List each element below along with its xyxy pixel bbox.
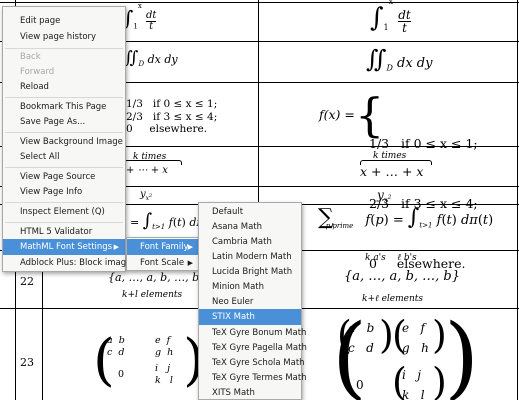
row-number-22: 22 bbox=[20, 275, 34, 288]
font-option-tex-gyre-bonum-math[interactable]: TeX Gyre Bonum Math bbox=[199, 325, 306, 341]
font-option-neo-euler[interactable]: Neo Euler bbox=[199, 294, 301, 310]
cell-r7-right-sub: k+ℓ elements bbox=[362, 294, 424, 304]
font-option-stix-math[interactable]: STIX Math bbox=[199, 309, 301, 325]
menu-item-label: Font Scale bbox=[140, 258, 185, 268]
menu-item-inspect-element[interactable]: Inspect Element (Q) bbox=[3, 204, 125, 220]
cell-r2-left: ∬D dx dy bbox=[124, 48, 178, 69]
menu-item-edit-page[interactable]: Edit page bbox=[3, 13, 125, 29]
menu-item-bookmark-page[interactable]: Bookmark This Page bbox=[3, 99, 125, 115]
cell-r5-left: yx2 bbox=[140, 189, 153, 202]
font-option-tex-gyre-termes-math[interactable]: TeX Gyre Termes Math bbox=[199, 370, 307, 386]
menu-item-label: Font Family bbox=[140, 242, 189, 252]
font-option-tex-gyre-pagella-math[interactable]: TeX Gyre Pagella Math bbox=[199, 340, 307, 356]
cell-r7-right: {a, …, a, b, …, b} bbox=[344, 269, 461, 284]
menu-item-forward[interactable]: Forward bbox=[3, 64, 125, 80]
chevron-right-icon: ▶ bbox=[113, 243, 119, 251]
cell-r1-right: ∫1x dt t bbox=[370, 0, 411, 35]
cell-r1-left: ∫1x dt t bbox=[123, 1, 157, 32]
menu-item-view-page-history[interactable]: View page history bbox=[3, 29, 125, 45]
menu-item-view-page-source[interactable]: View Page Source bbox=[3, 169, 125, 185]
font-option-default[interactable]: Default bbox=[199, 204, 301, 220]
cell-r6-left: = ∫t>1 f(t) dπ bbox=[130, 210, 204, 232]
menu-item-adblock-block-image[interactable]: Adblock Plus: Block image... bbox=[3, 255, 139, 271]
font-family-submenu: Default Asana Math Cambria Math Latin Mo… bbox=[198, 202, 307, 400]
submenu-item-font-family[interactable]: Font Family ▶ bbox=[127, 239, 199, 255]
menu-item-html5-validator[interactable]: HTML 5 Validator bbox=[3, 224, 125, 240]
menu-separator bbox=[5, 97, 123, 98]
font-option-tex-gyre-schola-math[interactable]: TeX Gyre Schola Math bbox=[199, 355, 305, 371]
menu-separator bbox=[5, 222, 123, 223]
cell-r2-right: ∬D dx dy bbox=[366, 45, 433, 73]
font-option-cambria-math[interactable]: Cambria Math bbox=[199, 234, 301, 250]
font-option-asana-math[interactable]: Asana Math bbox=[199, 219, 301, 235]
font-option-xits-math[interactable]: XITS Math bbox=[199, 385, 301, 400]
cell-r4-right: x + … + x bbox=[360, 160, 432, 179]
cell-r7-right-top: k a's ℓ b's bbox=[365, 253, 417, 263]
menu-item-reload[interactable]: Reload bbox=[3, 79, 125, 95]
menu-separator bbox=[5, 167, 123, 168]
menu-separator bbox=[5, 132, 123, 133]
menu-item-back[interactable]: Back bbox=[3, 49, 125, 65]
mathml-font-settings-submenu: Font Family ▶ Font Scale ▶ bbox=[126, 237, 200, 271]
menu-item-select-all[interactable]: Select All bbox=[3, 149, 125, 165]
menu-separator bbox=[5, 202, 123, 203]
menu-item-view-page-info[interactable]: View Page Info bbox=[3, 184, 125, 200]
cell-r5-right: yx2 bbox=[377, 188, 392, 205]
chevron-right-icon: ▶ bbox=[187, 259, 193, 267]
cell-r6-right: ∑p prime f(p) = ∫t>1 f(t) dπ(t) bbox=[318, 205, 494, 230]
menu-item-save-page-as[interactable]: Save Page As... bbox=[3, 114, 125, 130]
menu-item-view-background-image[interactable]: View Background Image bbox=[3, 134, 125, 150]
cell-r4-left: + ⋯ + x bbox=[124, 160, 182, 176]
font-option-lucida-bright-math[interactable]: Lucida Bright Math bbox=[199, 264, 301, 280]
font-option-latin-modern-math[interactable]: Latin Modern Math bbox=[199, 249, 301, 265]
submenu-item-font-scale[interactable]: Font Scale ▶ bbox=[127, 255, 199, 271]
font-option-minion-math[interactable]: Minion Math bbox=[199, 279, 301, 295]
cell-r7-left: {a, …, a, b, …, b} bbox=[108, 271, 207, 284]
cell-r3-left: 1/3 if 0 ≤ x ≤ 1; 2/3 if 3 ≤ x ≤ 4; 0 el… bbox=[126, 98, 218, 135]
row-number-23: 23 bbox=[20, 356, 34, 369]
context-menu: Edit page View page history Back Forward… bbox=[2, 6, 139, 272]
fx-label: f(x) = bbox=[319, 107, 355, 122]
cell-r7-left-sub: k+l elements bbox=[122, 290, 183, 300]
menu-item-mathml-font-settings[interactable]: MathML Font Settings ▶ bbox=[3, 239, 125, 255]
menu-item-label: MathML Font Settings bbox=[20, 242, 113, 252]
chevron-right-icon: ▶ bbox=[187, 243, 193, 251]
